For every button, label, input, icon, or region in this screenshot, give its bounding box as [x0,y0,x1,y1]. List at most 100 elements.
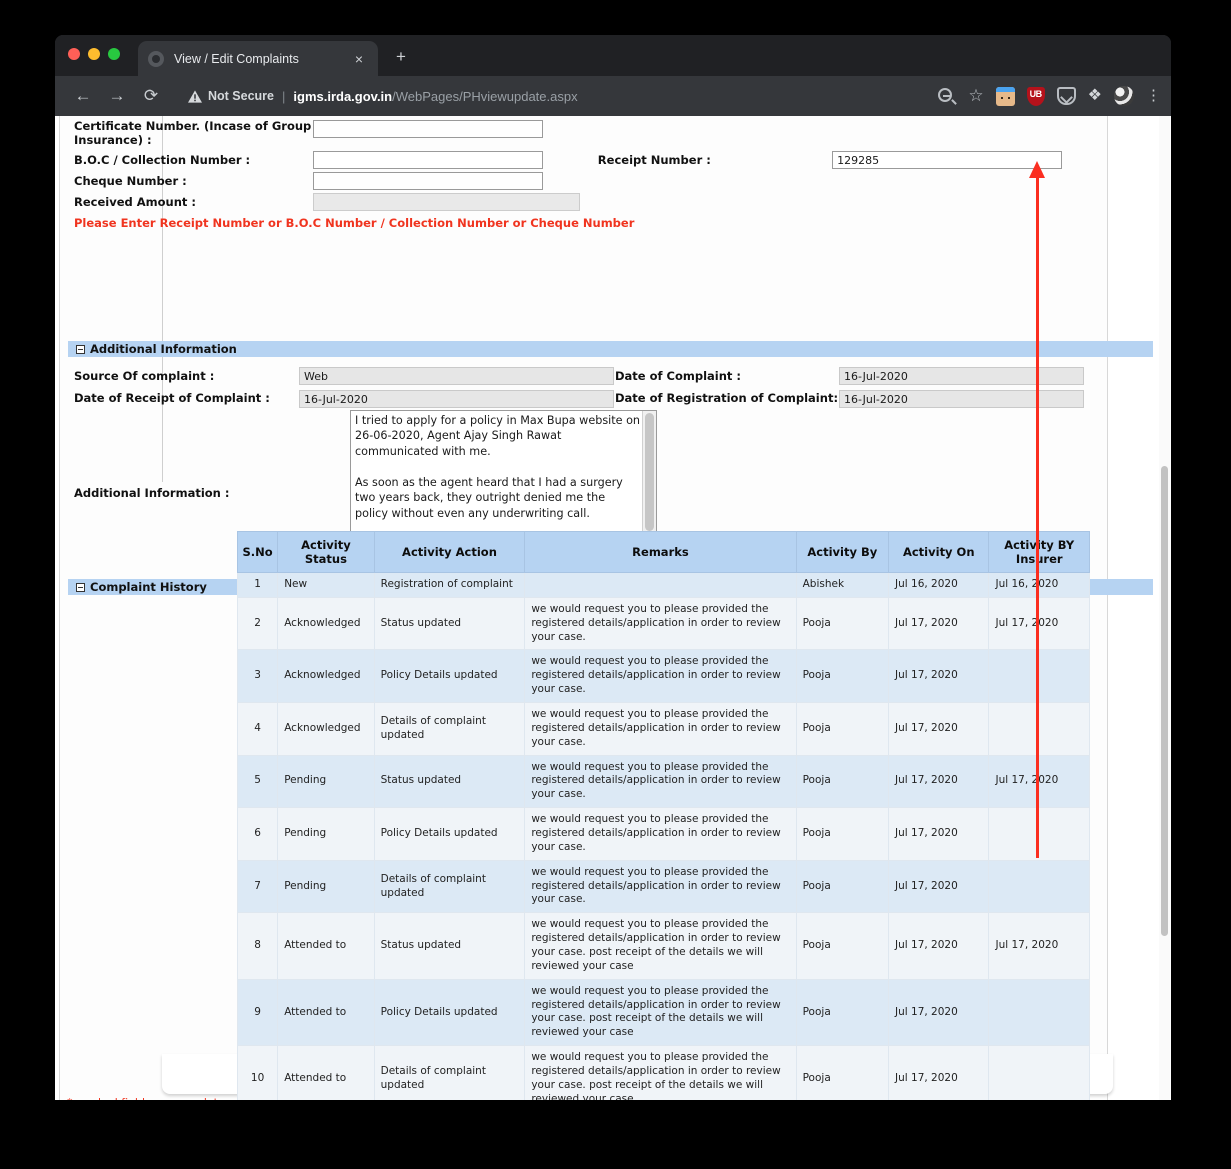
cell-sno: 3 [236,649,279,704]
section-header-additional-information[interactable]: Additional Information [68,341,1153,357]
received-amount-input [313,193,581,211]
table-row: 8 Attended to Status updated we would reque… [236,912,1090,980]
column-header-activity-status: Activity Status [277,531,375,573]
cell-activity-on: Jul 17, 2020 [888,859,990,914]
pocket-icon[interactable] [1056,87,1076,105]
favicon-icon [148,50,164,67]
cell-activity-action: Status updated [373,912,526,980]
cheque-number-label: Cheque Number : [74,173,187,188]
cell-activity-by-insurer [988,859,1090,914]
security-status-label: Not Secure [208,89,274,103]
extension-box-icon[interactable] [995,86,1015,106]
cell-sno: 5 [236,754,279,809]
cell-sno: 8 [236,912,279,980]
cell-activity-status: Attended to [277,912,375,980]
column-header-activity-by: Activity By [795,531,890,573]
date-of-complaint-value: 16-Jul-2020 [839,367,1085,385]
cell-activity-on: Jul 17, 2020 [888,754,990,809]
cell-sno: 9 [236,978,279,1047]
cell-activity-by-insurer [988,702,1090,756]
cell-activity-action: Policy Details updated [373,978,526,1047]
maximize-window-button[interactable] [108,48,120,60]
table-row: 2 Acknowledged Status updated we would requ… [236,596,1090,651]
browser-window: View / Edit Complaints × + ← → ⟳ Not Sec… [55,35,1171,1100]
cell-activity-status: Pending [277,754,375,809]
certificate-number-input[interactable] [313,120,544,138]
not-secure-warning-icon [188,89,202,103]
new-tab-button[interactable]: + [391,48,411,65]
table-row: 3 Acknowledged Policy Details updated we wo… [236,649,1090,704]
section-title-complaint-history: Complaint History [90,580,207,594]
cell-sno: 6 [236,807,279,861]
date-of-complaint-label: Date of Complaint : [615,368,742,383]
cell-activity-action: Policy Details updated [373,807,526,861]
column-header-activity-by-insurer: Activity BY Insurer [988,531,1090,573]
close-window-button[interactable] [68,48,80,60]
browser-tab[interactable]: View / Edit Complaints × [138,41,378,76]
screen-root: View / Edit Complaints × + ← → ⟳ Not Sec… [0,0,1231,1169]
cell-activity-by-insurer [988,1045,1090,1100]
page-scrollbar-thumb[interactable] [1161,466,1168,936]
cell-activity-status: Attended to [277,978,375,1047]
tab-title: View / Edit Complaints [174,51,299,66]
annotation-arrow-shaft [1036,175,1039,858]
additional-information-form: Source Of complaint : Web Date of Compla… [60,365,1107,409]
cell-activity-status: New [277,572,375,598]
zoom-out-icon[interactable] [936,86,956,106]
additional-information-textarea-label: Additional Information : [74,486,230,500]
page-content-column: Certificate Number. (Incase of Group Ins… [59,116,1153,1100]
cell-activity-action: Details of complaint updated [373,702,526,756]
cell-activity-by: Abishek [795,572,890,598]
close-tab-icon[interactable]: × [350,52,368,66]
cell-remarks: we would request you to please provided … [524,596,797,651]
tab-strip: View / Edit Complaints × + [55,35,1171,76]
cell-activity-action: Status updated [373,754,526,809]
cell-activity-by: Pooja [795,649,890,704]
table-row: 1 New Registration of complaint Abishek Jul … [236,572,1090,598]
cell-activity-on: Jul 17, 2020 [888,807,990,861]
cheque-number-input[interactable] [313,172,544,190]
page-scrollbar[interactable] [1159,116,1170,1100]
receipt-number-input[interactable]: 129285 [832,151,1063,169]
cell-remarks: we would request you to please provided … [524,859,797,914]
certificate-number-label: Certificate Number. (Incase of Group Ins… [74,119,312,147]
cell-activity-action: Details of complaint updated [373,859,526,914]
cell-remarks: we would request you to please provided … [524,978,797,1047]
cell-activity-status: Pending [277,859,375,914]
forward-icon[interactable]: → [100,86,134,106]
cell-sno: 1 [236,572,279,598]
cell-activity-on: Jul 17, 2020 [888,649,990,704]
cell-activity-status: Acknowledged [277,702,375,756]
reload-icon[interactable]: ⟳ [134,86,168,106]
collapse-minus-icon[interactable] [76,344,85,354]
section-title-additional-information: Additional Information [90,342,237,356]
cell-activity-action: Status updated [373,596,526,651]
cell-sno: 7 [236,859,279,914]
table-row: 4 Acknowledged Details of complaint update… [236,702,1090,756]
annotation-arrow-head [1029,161,1045,178]
avatar[interactable] [1114,86,1134,106]
date-of-registration-label: Date of Registration of Complaint: [615,390,839,405]
browser-menu-icon[interactable]: ⋮ [1146,86,1161,106]
cell-activity-by: Pooja [795,702,890,756]
puzzle-extensions-icon[interactable]: ❖ [1088,86,1102,106]
bookmark-star-icon[interactable]: ☆ [968,86,983,106]
complaint-history-table: S.No Activity Status Activity Action Rem… [236,531,1090,1100]
back-icon[interactable]: ← [66,86,100,106]
boc-collection-number-input[interactable] [313,151,544,169]
textarea-scrollbar-thumb[interactable] [645,413,654,531]
column-header-activity-on: Activity On [888,531,990,573]
table-row: 6 Pending Policy Details updated we would r… [236,807,1090,861]
collapse-minus-icon[interactable] [76,582,85,592]
minimize-window-button[interactable] [88,48,100,60]
cell-activity-by: Pooja [795,596,890,651]
ublock-shield-icon[interactable]: UB [1026,86,1045,106]
payment-warning-text: Please Enter Receipt Number or B.O.C Num… [74,216,635,230]
address-bar[interactable]: Not Secure | igms.irda.gov.in/WebPages/P… [176,82,876,110]
cell-remarks: we would request you to please provided … [524,1045,797,1100]
table-header-row: S.No Activity Status Activity Action Rem… [236,531,1090,573]
cell-remarks [524,572,797,598]
cell-remarks: we would request you to please provided … [524,912,797,980]
cell-activity-status: Acknowledged [277,649,375,704]
table-row: 9 Attended to Policy Details updated we wou… [236,978,1090,1047]
